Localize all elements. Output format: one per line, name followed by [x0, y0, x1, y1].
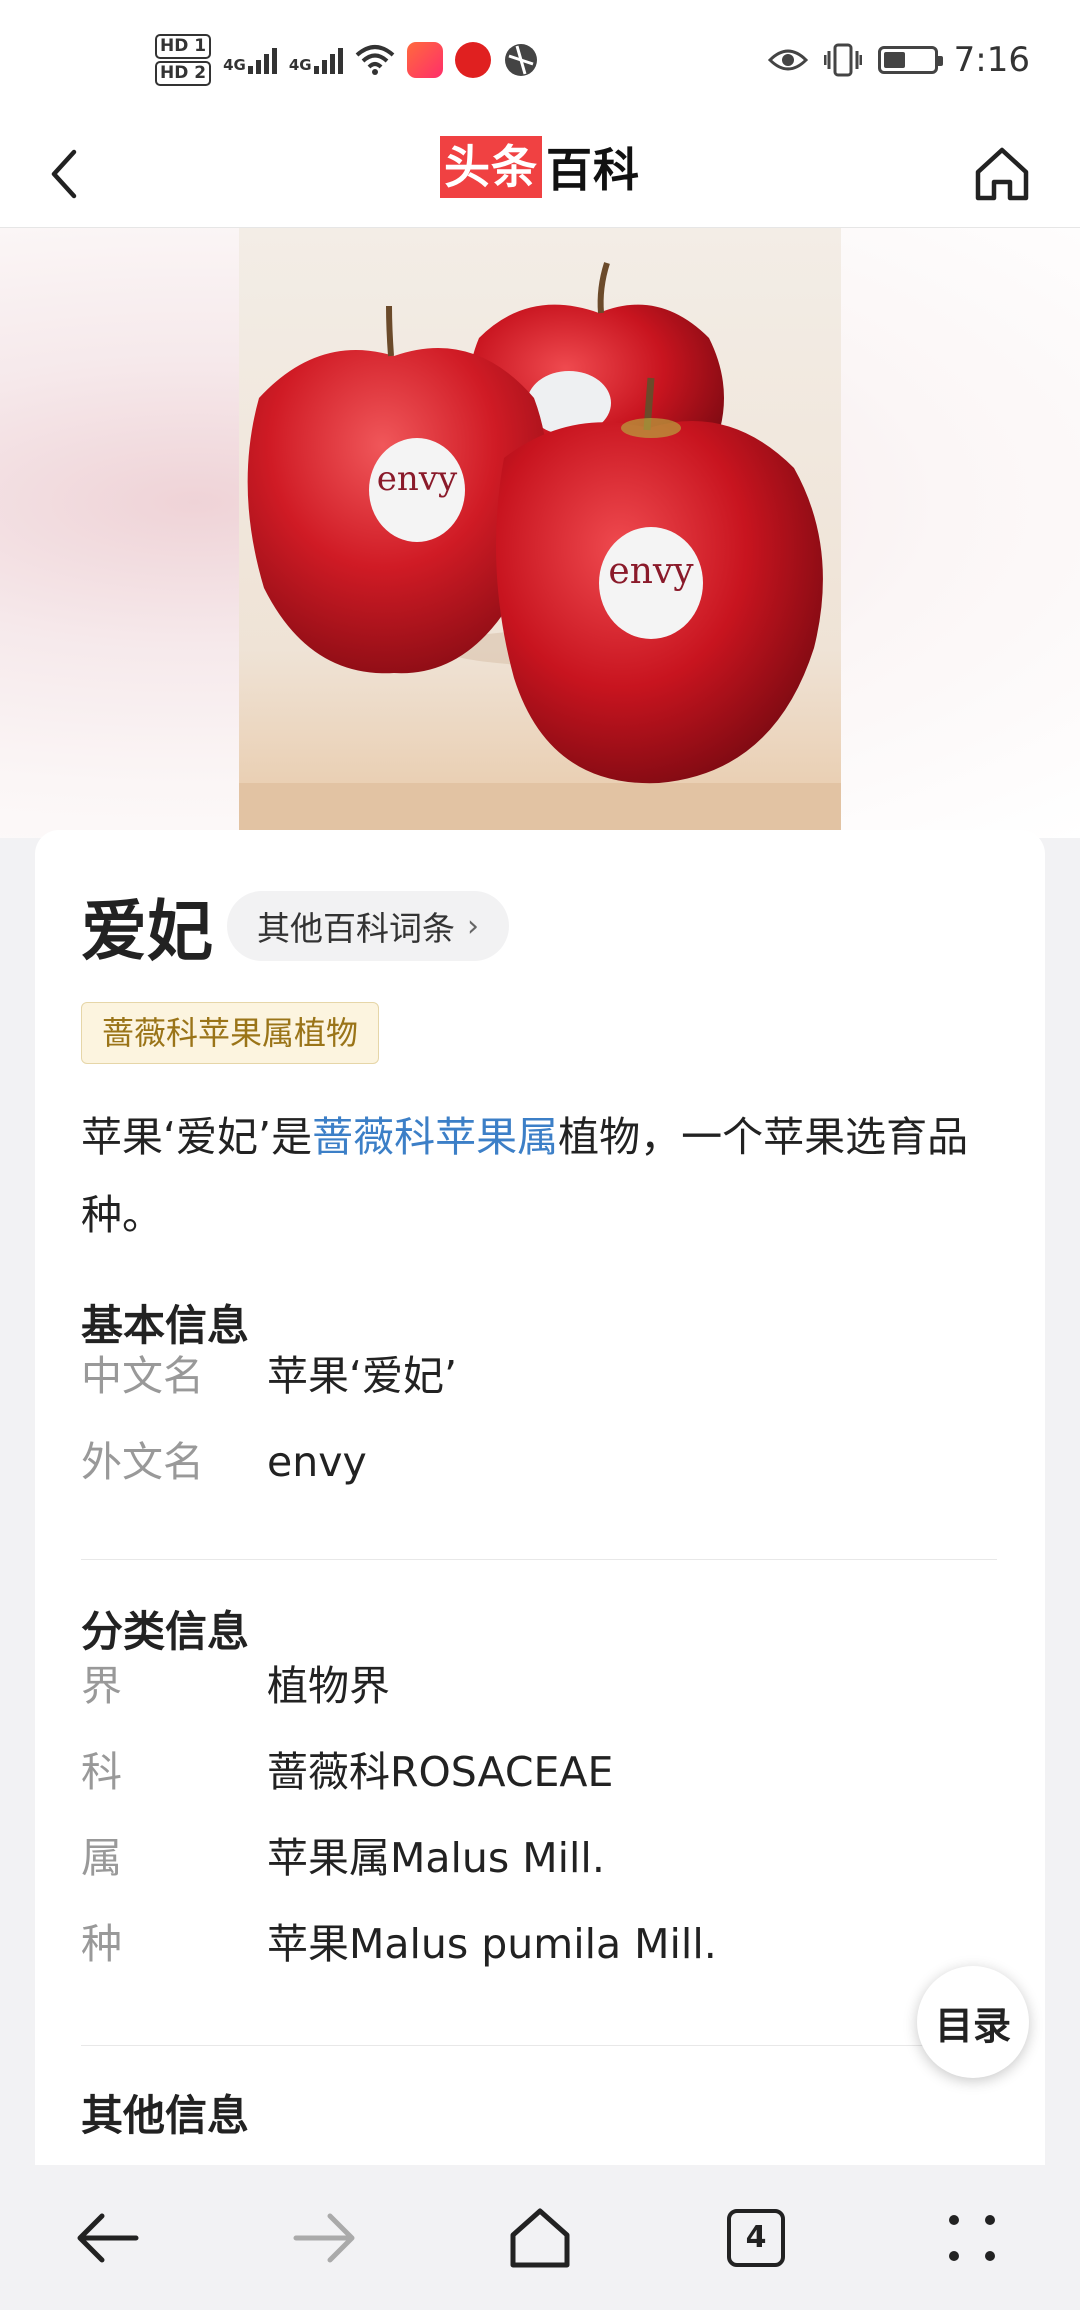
menu-dots-icon [949, 2214, 995, 2261]
entry-title: 爱妃 [81, 893, 213, 970]
other-info-title: 其他信息 [81, 2091, 250, 2140]
nav-tabs-button[interactable]: 4 [711, 2193, 801, 2283]
info-row: 科 蔷薇科ROSACEAE [81, 1744, 613, 1800]
apple-photo[interactable]: envy envy [239, 228, 841, 830]
logo-red-part: 头条 [440, 136, 542, 198]
nav-home-button[interactable] [495, 2193, 585, 2283]
nav-back-button[interactable] [63, 2193, 153, 2283]
hero-banner: envy envy [0, 228, 1080, 838]
info-value: 苹果Malus pumila Mill. [267, 1920, 717, 1968]
signal-bars-icon [313, 46, 343, 74]
status-right: 7:16 [767, 40, 1030, 80]
classification-title: 分类信息 [81, 1607, 250, 1656]
info-row: 中文名 苹果‘爱妃’ [81, 1348, 457, 1404]
toutiao-baike-logo: 头条 百科 [440, 136, 640, 198]
summary-prefix: 苹果‘爱妃’是 [81, 1113, 313, 1161]
section-divider [81, 1559, 997, 1560]
hd1-label: HD 1 [155, 34, 212, 59]
net2-label: 4G [288, 56, 312, 74]
signal-bars-icon [247, 46, 277, 74]
other-entries-label: 其他百科词条 [257, 909, 455, 948]
section-divider [81, 2045, 997, 2046]
summary-link[interactable]: 蔷薇科苹果属 [312, 1113, 558, 1161]
toc-button[interactable]: 目录 [917, 1966, 1029, 2078]
info-key: 种 [81, 1920, 122, 1968]
hd2-label: HD 2 [155, 61, 212, 86]
nav-forward-button[interactable] [279, 2193, 369, 2283]
wifi-icon [355, 45, 394, 75]
category-tag[interactable]: 蔷薇科苹果属植物 [81, 1002, 380, 1064]
info-key: 界 [81, 1662, 122, 1710]
forward-arrow-icon [293, 2213, 355, 2262]
tab-count-badge: 4 [727, 2208, 785, 2267]
app-notification-icon [454, 42, 491, 78]
vibrate-icon [823, 43, 862, 77]
info-row: 种 苹果Malus pumila Mill. [81, 1916, 717, 1972]
home-icon [510, 2208, 570, 2267]
info-row: 界 植物界 [81, 1658, 390, 1714]
info-value: 蔷薇科ROSACEAE [267, 1748, 614, 1796]
status-bar: HD 1 HD 2 4G 4G 7:16 [0, 0, 1080, 120]
info-key: 外文名 [81, 1438, 204, 1486]
info-row: 属 苹果属Malus Mill. [81, 1830, 605, 1886]
signal-2: 4G [289, 46, 343, 74]
bottom-nav: 4 [0, 2165, 1080, 2310]
battery-icon [877, 46, 943, 74]
browser-notification-icon [504, 44, 537, 76]
back-arrow-icon[interactable] [36, 144, 96, 204]
info-key: 科 [81, 1748, 122, 1796]
back-arrow-icon [77, 2213, 139, 2262]
hd-indicator: HD 1 HD 2 [155, 33, 212, 87]
eye-comfort-icon [767, 49, 808, 71]
signal-1: 4G [223, 46, 277, 74]
home-icon[interactable] [970, 142, 1034, 206]
sticker-brand-1: envy [377, 459, 458, 499]
chevron-right-icon: › [467, 908, 479, 944]
info-value: 苹果属Malus Mill. [267, 1834, 605, 1882]
other-entries-button[interactable]: 其他百科词条 › [227, 891, 509, 961]
top-header: 头条 百科 [0, 120, 1080, 228]
status-left: HD 1 HD 2 4G 4G [155, 33, 539, 87]
net1-label: 4G [223, 56, 246, 74]
basic-info-title: 基本信息 [81, 1301, 250, 1350]
app-notification-icon [406, 42, 443, 78]
info-row: 外文名 envy [81, 1434, 367, 1490]
info-value: 植物界 [267, 1662, 390, 1710]
title-row: 爱妃 其他百科词条 › [81, 878, 509, 974]
info-key: 中文名 [81, 1352, 204, 1400]
summary-text: 苹果‘爱妃’是蔷薇科苹果属植物，一个苹果选育品种。 [81, 1098, 1021, 1254]
info-key: 属 [81, 1834, 122, 1882]
info-value: envy [267, 1438, 367, 1486]
info-value: 苹果‘爱妃’ [267, 1352, 458, 1400]
status-time: 7:16 [953, 40, 1030, 80]
article-card: 爱妃 其他百科词条 › 蔷薇科苹果属植物 苹果‘爱妃’是蔷薇科苹果属植物，一个苹… [35, 830, 1045, 2170]
logo-black-part: 百科 [546, 143, 640, 197]
nav-menu-button[interactable] [927, 2193, 1017, 2283]
sticker-brand-2: envy [608, 551, 694, 592]
